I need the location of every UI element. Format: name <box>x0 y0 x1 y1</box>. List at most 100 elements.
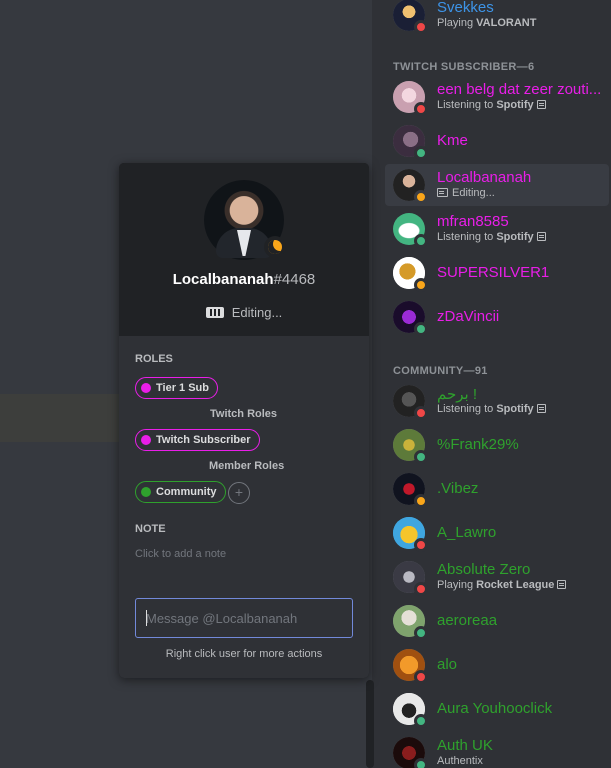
avatar <box>393 737 428 768</box>
member-list: Svekkes Playing VALORANT TWITCH SUBSCRIB… <box>377 0 611 768</box>
member-svekkes[interactable]: Svekkes Playing VALORANT <box>385 0 609 36</box>
avatar <box>393 213 428 248</box>
member-name: A_Lawro <box>437 524 497 541</box>
member-supersilver1[interactable]: SUPERSILVER1 <box>385 252 609 294</box>
avatar <box>393 385 428 420</box>
status-dnd-icon <box>414 406 428 420</box>
message-input[interactable] <box>135 598 353 638</box>
rich-presence-icon <box>536 232 546 241</box>
role-community[interactable]: Community <box>135 481 226 503</box>
popout-username: Localbananah#4468 <box>172 271 316 288</box>
member-localbananah[interactable]: Localbananah Editing... <box>385 164 609 206</box>
text-caret <box>146 610 147 626</box>
member-name: Localbananah <box>437 169 532 186</box>
role-group-label: Member Roles <box>209 460 285 472</box>
member-frank29[interactable]: %Frank29% <box>385 424 609 466</box>
avatar <box>393 561 428 596</box>
chat-scrollbar[interactable] <box>366 680 374 768</box>
section-header-twitch: TWITCH SUBSCRIBER—6 <box>393 61 535 73</box>
popout-activity: Editing... <box>119 305 369 320</box>
member-aeroreaa[interactable]: aeroreaa <box>385 600 609 642</box>
member-activity: Listening to Spotify <box>437 403 546 415</box>
role-tier-1-sub[interactable]: Tier 1 Sub <box>135 377 218 399</box>
rich-presence-icon <box>557 580 567 589</box>
status-dnd-icon <box>414 102 428 116</box>
add-role-button[interactable]: + <box>228 482 250 504</box>
member-alo[interactable]: alo <box>385 644 609 686</box>
film-icon <box>437 188 448 197</box>
status-idle-icon <box>414 278 428 292</box>
member-activity: Listening to Spotify <box>437 231 546 243</box>
member-activity: Listening to Spotify <box>437 99 546 111</box>
member-name: een belg dat zeer zouti... <box>437 81 602 98</box>
member-name: mfran8585 <box>437 213 509 230</box>
section-header-community: COMMUNITY—91 <box>393 365 488 377</box>
user-popout: Localbananah#4468 Editing... ROLES Tier … <box>119 163 369 678</box>
hint-text: Right click user for more actions <box>165 648 323 660</box>
status-online-icon <box>414 234 428 248</box>
note-title: NOTE <box>135 523 166 535</box>
member-aura-youhooclick[interactable]: Aura Youhooclick <box>385 688 609 730</box>
status-online-icon <box>414 322 428 336</box>
avatar <box>393 169 428 204</box>
member-vibez[interactable]: .Vibez <box>385 468 609 510</box>
status-dnd-icon <box>414 538 428 552</box>
avatar <box>393 693 428 728</box>
status-online-icon <box>414 758 428 768</box>
avatar <box>393 605 428 640</box>
member-name: Aura Youhooclick <box>437 700 553 717</box>
message-highlight <box>0 394 125 442</box>
member-name: برحم ! <box>437 386 478 403</box>
member-kme[interactable]: Kme <box>385 120 609 162</box>
member-name: zDaVincii <box>437 308 500 325</box>
member-name: Kme <box>437 132 468 149</box>
avatar <box>393 81 428 116</box>
rich-presence-icon <box>536 100 546 109</box>
discriminator: #4468 <box>273 271 316 288</box>
member-een-belg[interactable]: een belg dat zeer zouti... Listening to … <box>385 76 609 118</box>
member-arabic[interactable]: برحم ! Listening to Spotify <box>385 380 609 422</box>
member-absolute-zero[interactable]: Absolute Zero Playing Rocket League <box>385 556 609 598</box>
member-a-lawro[interactable]: A_Lawro <box>385 512 609 554</box>
member-zdavincii[interactable]: zDaVincii <box>385 296 609 338</box>
member-name: .Vibez <box>437 480 479 497</box>
member-name: Absolute Zero <box>437 561 531 578</box>
member-name: aeroreaa <box>437 612 498 629</box>
member-activity: Playing VALORANT <box>437 17 537 29</box>
status-online-icon <box>414 450 428 464</box>
role-twitch-subscriber[interactable]: Twitch Subscriber <box>135 429 260 451</box>
film-icon <box>205 307 224 318</box>
member-name: alo <box>437 656 458 673</box>
member-name: Svekkes <box>437 0 494 16</box>
rich-presence-icon <box>536 404 546 413</box>
member-activity: Authentix <box>437 755 483 767</box>
member-name: Auth UK <box>437 737 493 754</box>
avatar[interactable] <box>204 180 286 260</box>
member-name: %Frank29% <box>437 436 519 453</box>
member-activity: Editing... <box>437 187 495 199</box>
avatar <box>393 517 428 552</box>
avatar <box>393 125 428 160</box>
avatar <box>393 473 428 508</box>
member-mfran8585[interactable]: mfran8585 Listening to Spotify <box>385 208 609 250</box>
status-online-icon <box>414 626 428 640</box>
note-field[interactable]: Click to add a note <box>135 548 226 560</box>
status-idle-icon <box>264 236 286 258</box>
avatar <box>393 0 428 34</box>
member-activity: Playing Rocket League <box>437 579 567 591</box>
avatar <box>393 649 428 684</box>
roles-title: ROLES <box>135 353 173 365</box>
member-name: SUPERSILVER1 <box>437 264 550 281</box>
status-idle-icon <box>414 494 428 508</box>
status-dnd-icon <box>414 20 428 34</box>
status-online-icon <box>414 714 428 728</box>
member-auth-uk[interactable]: Auth UK Authentix <box>385 732 609 768</box>
status-dnd-icon <box>414 670 428 684</box>
status-dnd-icon <box>414 582 428 596</box>
status-online-icon <box>414 146 428 160</box>
status-idle-icon <box>414 190 428 204</box>
popout-header: Localbananah#4468 Editing... <box>119 163 369 336</box>
avatar <box>393 301 428 336</box>
avatar <box>393 429 428 464</box>
role-group-label: Twitch Roles <box>210 408 278 420</box>
